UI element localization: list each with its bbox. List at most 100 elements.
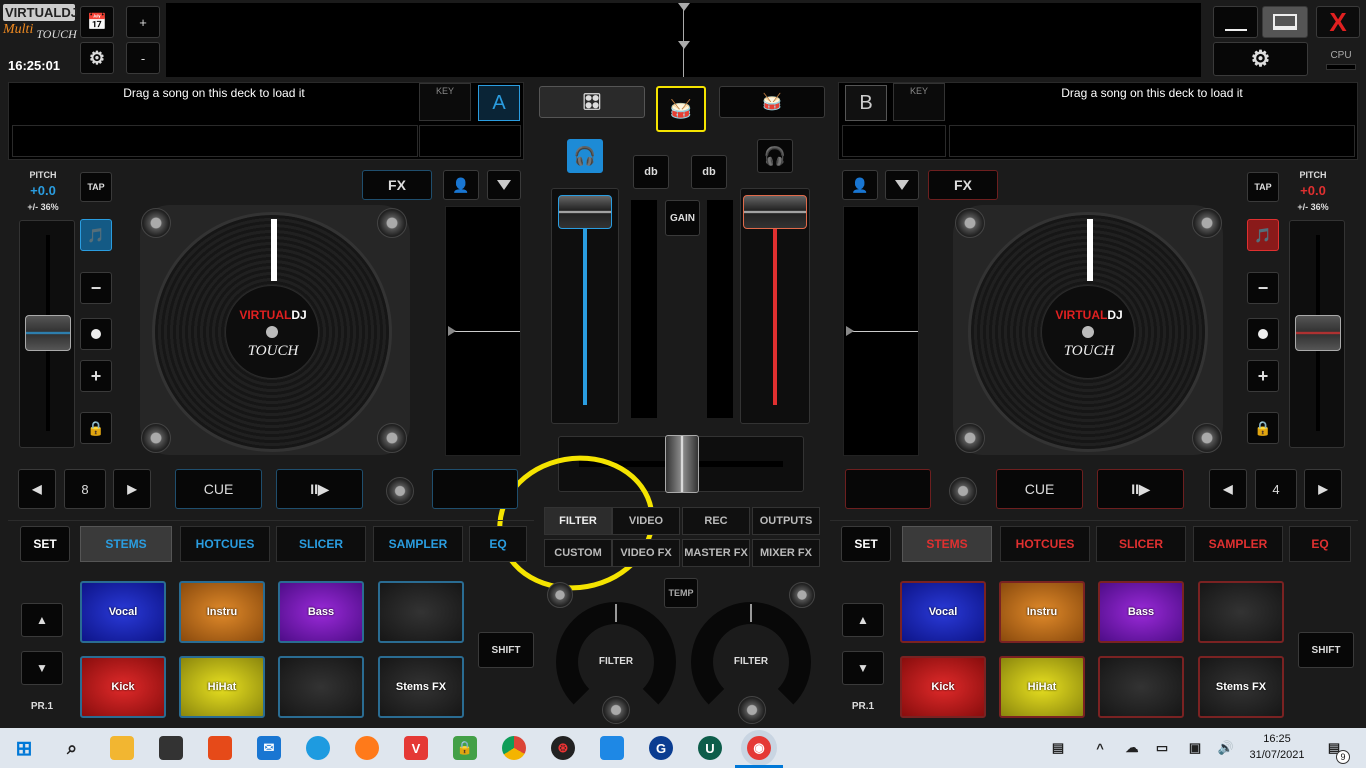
deck-a-extra-button[interactable] bbox=[432, 469, 518, 509]
volume-icon[interactable]: 🔊 bbox=[1214, 736, 1238, 760]
db-right-button[interactable]: db bbox=[691, 155, 727, 189]
deck-b-cue-button[interactable]: CUE bbox=[996, 469, 1083, 509]
deck-b-fx-dropdown[interactable] bbox=[885, 170, 919, 200]
deck-a-tap-button[interactable]: TAP bbox=[80, 172, 112, 202]
deck-b-pad-3[interactable]: Bass bbox=[1098, 581, 1184, 643]
deck-b-pad-1[interactable]: Vocal bbox=[900, 581, 986, 643]
deck-b-pad-7[interactable] bbox=[1098, 656, 1184, 718]
phone-icon[interactable] bbox=[600, 736, 624, 760]
headphone-a-button[interactable]: 🎧 bbox=[567, 139, 603, 173]
office-icon[interactable] bbox=[208, 736, 232, 760]
app-icon-g[interactable]: G bbox=[649, 736, 673, 760]
onedrive-icon[interactable]: ☁ bbox=[1120, 736, 1144, 760]
close-button[interactable]: X bbox=[1316, 6, 1360, 38]
deck-a-pad-4[interactable] bbox=[378, 581, 464, 643]
settings-button-top-left[interactable]: ⚙ bbox=[80, 42, 114, 74]
deck-a-pitch-reset[interactable] bbox=[80, 318, 112, 350]
deck-b-scratch-waveform[interactable] bbox=[843, 206, 919, 456]
deck-b-page-up[interactable]: ▲ bbox=[842, 603, 884, 637]
deck-b-lock-button[interactable]: 🔒 bbox=[1247, 412, 1279, 444]
deck-b-shift-button[interactable]: SHIFT bbox=[1298, 632, 1354, 668]
deck-b-loop-value[interactable]: 4 bbox=[1255, 469, 1297, 509]
deck-a-page-down[interactable]: ▼ bbox=[21, 651, 63, 685]
deck-a-user-button[interactable]: 👤 bbox=[443, 170, 479, 200]
deck-b-sync-knob[interactable] bbox=[949, 477, 977, 505]
deck-b-tab-eq[interactable]: EQ bbox=[1289, 526, 1351, 562]
deck-a-sync-knob[interactable] bbox=[386, 477, 414, 505]
deck-b-pitch-reset[interactable] bbox=[1247, 318, 1279, 350]
deck-b-jogwheel[interactable]: VIRTUALDJ TOUCH bbox=[968, 212, 1208, 452]
deck-a-lock-button[interactable]: 🔒 bbox=[80, 412, 112, 444]
deck-b-play-button[interactable]: II▶ bbox=[1097, 469, 1184, 509]
deck-b-loop-next[interactable]: ▶ bbox=[1304, 469, 1342, 509]
deck-a-tab-stems[interactable]: STEMS bbox=[80, 526, 172, 562]
app-icon-dark-red[interactable]: ⊛ bbox=[551, 736, 575, 760]
news-icon[interactable]: ▤ bbox=[1046, 736, 1070, 760]
network-icon[interactable]: ▣ bbox=[1183, 736, 1207, 760]
deck-a-tab-slicer[interactable]: SLICER bbox=[276, 526, 366, 562]
file-explorer-icon[interactable] bbox=[110, 736, 134, 760]
mixer-mode-outputs[interactable]: OUTPUTS bbox=[752, 507, 820, 535]
deck-a-pad-1[interactable]: Vocal bbox=[80, 581, 166, 643]
deck-b-pad-4[interactable] bbox=[1198, 581, 1284, 643]
deck-b-pad-2[interactable]: Instru bbox=[999, 581, 1085, 643]
gain-button[interactable]: GAIN bbox=[665, 200, 700, 236]
battery-icon[interactable]: ▭ bbox=[1150, 736, 1174, 760]
minimize-button[interactable] bbox=[1213, 6, 1258, 38]
headphone-b-button[interactable]: 🎧 bbox=[757, 139, 793, 173]
deck-b-user-button[interactable]: 👤 bbox=[842, 170, 878, 200]
edge-icon[interactable] bbox=[306, 736, 330, 760]
mail-icon[interactable]: ✉ bbox=[257, 736, 281, 760]
deck-a-play-button[interactable]: II▶ bbox=[276, 469, 363, 509]
deck-a-keylock-button[interactable]: 🎵 bbox=[80, 219, 112, 251]
deck-a-tab-eq[interactable]: EQ bbox=[469, 526, 527, 562]
zoom-out-button[interactable]: - bbox=[126, 42, 160, 74]
pitch-a-handle[interactable] bbox=[25, 315, 71, 351]
deck-a-page-up[interactable]: ▲ bbox=[21, 603, 63, 637]
mixer-mode-custom[interactable]: CUSTOM bbox=[544, 539, 612, 567]
deck-b-pitch-slider[interactable] bbox=[1289, 220, 1345, 448]
app-icon-u[interactable]: U bbox=[698, 736, 722, 760]
volume-fader-b[interactable] bbox=[740, 188, 810, 424]
mixer-mode-filter[interactable]: FILTER bbox=[544, 507, 612, 535]
mixer-mode-video[interactable]: VIDEO bbox=[612, 507, 680, 535]
deck-b-loop-prev[interactable]: ◀ bbox=[1209, 469, 1247, 509]
vivaldi-icon[interactable]: V bbox=[404, 736, 428, 760]
temp-button[interactable]: TEMP bbox=[664, 578, 698, 608]
deck-a-cue-button[interactable]: CUE bbox=[175, 469, 262, 509]
pitch-b-handle[interactable] bbox=[1295, 315, 1341, 351]
calendar-button[interactable]: 📅 bbox=[80, 6, 114, 38]
sampler-view-button[interactable]: 🥁 bbox=[719, 86, 825, 118]
fader-b-handle[interactable] bbox=[743, 195, 807, 229]
deck-b-letter[interactable]: B bbox=[845, 85, 887, 121]
deck-a-set-button[interactable]: SET bbox=[20, 526, 70, 562]
deck-b-pad-5[interactable]: Kick bbox=[900, 656, 986, 718]
deck-a-jogwheel[interactable]: VIRTUALDJ TOUCH bbox=[152, 212, 392, 452]
windows-start-icon[interactable]: ⊞ bbox=[12, 736, 36, 760]
mixer-mode-mixer-fx[interactable]: MIXER FX bbox=[752, 539, 820, 567]
deck-a-shift-button[interactable]: SHIFT bbox=[478, 632, 534, 668]
deck-a-tab-sampler[interactable]: SAMPLER bbox=[373, 526, 463, 562]
deck-b-set-button[interactable]: SET bbox=[841, 526, 891, 562]
keepass-icon[interactable]: 🔒 bbox=[453, 736, 477, 760]
deck-b-pad-8[interactable]: Stems FX bbox=[1198, 656, 1284, 718]
deck-b-tab-slicer[interactable]: SLICER bbox=[1096, 526, 1186, 562]
deck-a-fx-dropdown[interactable] bbox=[487, 170, 521, 200]
mixer-view-button[interactable]: 🎛 bbox=[539, 86, 645, 118]
virtualdj-taskbar-icon[interactable]: ◉ bbox=[747, 736, 771, 760]
deck-b-tab-stems[interactable]: STEMS bbox=[902, 526, 992, 562]
deck-b-keylock-button[interactable]: 🎵 bbox=[1247, 219, 1279, 251]
deck-a-info[interactable]: Drag a song on this deck to load it KEY … bbox=[8, 82, 524, 160]
deck-a-loop-next[interactable]: ▶ bbox=[113, 469, 151, 509]
firefox-icon[interactable] bbox=[355, 736, 379, 760]
deck-a-pad-5[interactable]: Kick bbox=[80, 656, 166, 718]
db-left-button[interactable]: db bbox=[633, 155, 669, 189]
deck-a-pad-7[interactable] bbox=[278, 656, 364, 718]
zoom-in-button[interactable]: + bbox=[126, 6, 160, 38]
fader-a-handle[interactable] bbox=[558, 195, 612, 229]
chevron-up-icon[interactable]: ^ bbox=[1088, 736, 1112, 760]
taskbar-clock[interactable]: 16:25 31/07/2021 bbox=[1248, 731, 1306, 763]
deck-a-letter[interactable]: A bbox=[478, 85, 520, 121]
deck-b-tap-button[interactable]: TAP bbox=[1247, 172, 1279, 202]
search-icon[interactable]: ⌕ bbox=[60, 736, 84, 760]
